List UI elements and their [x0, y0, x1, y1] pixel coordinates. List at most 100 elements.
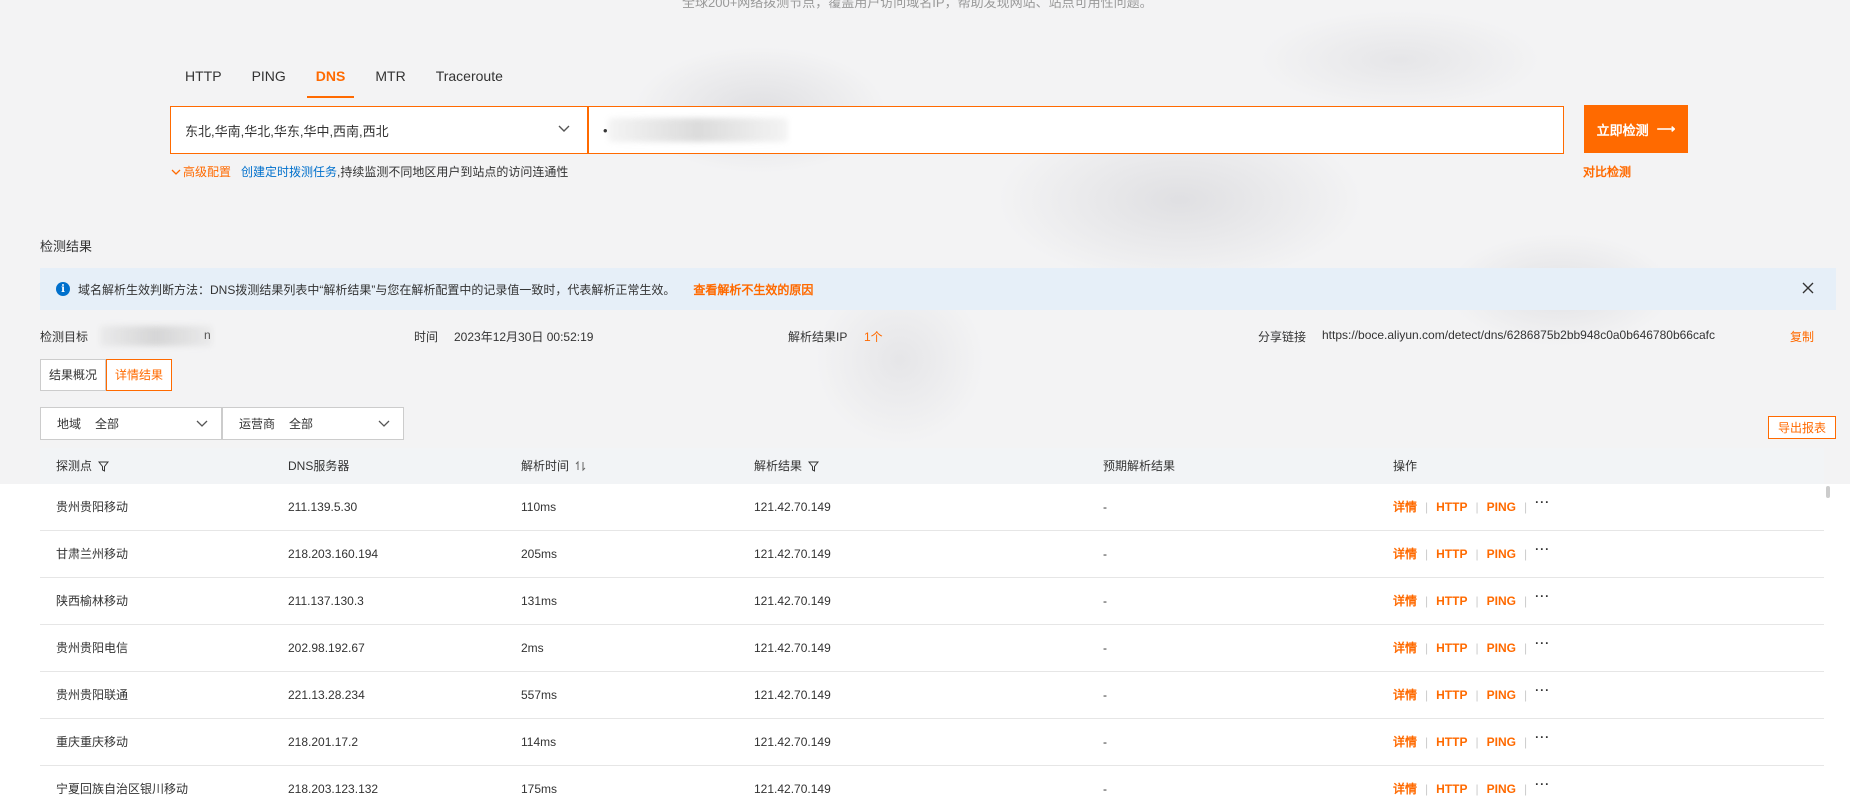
cell-result: 121.42.70.149 — [754, 735, 831, 749]
detail-action-link[interactable]: 详情 — [1393, 672, 1417, 718]
column-header-actions: 操作 — [1393, 459, 1418, 473]
arrow-right-icon: ⟶ — [1656, 121, 1676, 136]
detail-action-link[interactable]: 详情 — [1393, 719, 1417, 765]
table-scrollbar[interactable] — [1826, 486, 1830, 498]
cell-time: 205ms — [521, 547, 558, 561]
chevron-down-icon — [196, 420, 208, 427]
detail-action-link[interactable]: 详情 — [1393, 625, 1417, 671]
action-separator: | — [1425, 641, 1429, 655]
column-header-time-label: 解析时间 — [521, 459, 570, 473]
more-actions-icon[interactable]: ··· — [1535, 761, 1550, 807]
tab-ping[interactable]: PING — [237, 62, 301, 98]
action-separator: | — [1523, 688, 1528, 702]
advanced-config-desc: ,持续监测不同地区用户到站点的访问连通性 — [337, 165, 569, 179]
action-separator: | — [1425, 782, 1429, 796]
create-scheduled-task-link[interactable]: 创建定时拨测任务 — [241, 163, 337, 180]
tab-traceroute[interactable]: Traceroute — [421, 62, 518, 98]
cell-result: 121.42.70.149 — [754, 594, 831, 608]
close-icon[interactable] — [1800, 280, 1816, 296]
cell-point: 贵州贵阳移动 — [56, 500, 129, 514]
http-action-link[interactable]: HTTP — [1436, 766, 1467, 808]
ping-action-link[interactable]: PING — [1487, 531, 1516, 577]
advanced-config-label: 高级配置 — [183, 165, 232, 179]
redacted-domain — [608, 118, 788, 142]
http-action-link[interactable]: HTTP — [1436, 625, 1467, 671]
tab-mtr[interactable]: MTR — [360, 62, 420, 98]
chevron-down-icon — [558, 125, 570, 132]
action-separator: | — [1523, 594, 1528, 608]
cell-expected: - — [1103, 735, 1107, 749]
more-actions-icon[interactable]: ··· — [1535, 573, 1550, 619]
detail-action-link[interactable]: 详情 — [1393, 484, 1417, 530]
action-separator: | — [1475, 782, 1479, 796]
more-actions-icon[interactable]: ··· — [1535, 667, 1550, 713]
isp-filter-select[interactable]: 运营商 全部 — [222, 407, 404, 440]
filter-icon[interactable] — [98, 461, 110, 472]
info-icon: i — [56, 282, 70, 296]
tab-dns[interactable]: DNS — [301, 62, 361, 98]
ping-action-link[interactable]: PING — [1487, 766, 1516, 808]
action-separator: | — [1425, 547, 1429, 561]
export-report-button[interactable]: 导出报表 — [1768, 416, 1836, 439]
detail-view-button[interactable]: 详情结果 — [106, 359, 173, 391]
more-actions-icon[interactable]: ··· — [1535, 479, 1550, 525]
more-actions-icon[interactable]: ··· — [1535, 620, 1550, 666]
table-row: 贵州贵阳移动 211.139.5.30 110ms 121.42.70.149 - 详情 |… — [40, 484, 1824, 531]
detail-action-link[interactable]: 详情 — [1393, 578, 1417, 624]
share-link-label: 分享链接 — [1258, 330, 1307, 344]
summary-view-button[interactable]: 结果概况 — [40, 359, 107, 391]
row-actions: 详情 | HTTP | PING | ··· — [1393, 625, 1550, 671]
action-separator: | — [1475, 641, 1479, 655]
result-ip-count[interactable]: 1个 — [864, 328, 883, 345]
action-separator: | — [1425, 735, 1429, 749]
cell-time: 114ms — [521, 735, 557, 749]
page-subtitle: 全球200+网络拨测节点，覆盖用户访问域名IP，帮助发现网站、站点可用性问题。 — [682, 0, 1153, 10]
ping-action-link[interactable]: PING — [1487, 625, 1516, 671]
action-separator: | — [1523, 641, 1528, 655]
ping-action-link[interactable]: PING — [1487, 719, 1516, 765]
ping-action-link[interactable]: PING — [1487, 578, 1516, 624]
dns-not-effective-link[interactable]: 查看解析不生效的原因 — [693, 281, 813, 298]
sort-icon[interactable] — [575, 460, 587, 472]
ping-action-link[interactable]: PING — [1487, 672, 1516, 718]
action-separator: | — [1523, 782, 1528, 796]
detail-action-link[interactable]: 详情 — [1393, 766, 1417, 808]
compare-detect-link[interactable]: 对比检测 — [1583, 163, 1631, 180]
row-actions: 详情 | HTTP | PING | ··· — [1393, 766, 1550, 808]
column-header-point-label: 探测点 — [56, 459, 93, 473]
cell-result: 121.42.70.149 — [754, 782, 831, 796]
more-actions-icon[interactable]: ··· — [1535, 714, 1550, 760]
cell-server: 218.203.123.132 — [288, 782, 379, 796]
http-action-link[interactable]: HTTP — [1436, 672, 1467, 718]
cell-point: 贵州贵阳电信 — [56, 641, 129, 655]
detect-now-button[interactable]: 立即检测 ⟶ — [1584, 105, 1688, 153]
action-separator: | — [1425, 500, 1429, 514]
region-filter-select[interactable]: 地域 全部 — [40, 407, 222, 440]
share-link-value: https://boce.aliyun.com/detect/dns/62868… — [1322, 328, 1715, 342]
cell-time: 131ms — [521, 594, 558, 608]
result-meta-row: 检测目标 n 时间 2023年12月30日 00:52:19 解析结果IP 1个… — [40, 328, 1840, 346]
copy-link-button[interactable]: 复制 — [1790, 328, 1814, 345]
http-action-link[interactable]: HTTP — [1436, 578, 1467, 624]
cell-server: 202.98.192.67 — [288, 641, 365, 655]
tab-http[interactable]: HTTP — [170, 62, 237, 98]
detail-action-link[interactable]: 详情 — [1393, 531, 1417, 577]
isp-filter-value: 全部 — [289, 417, 314, 431]
cell-server: 211.139.5.30 — [288, 500, 358, 514]
more-actions-icon[interactable]: ··· — [1535, 526, 1550, 572]
action-separator: | — [1425, 688, 1429, 702]
http-action-link[interactable]: HTTP — [1436, 531, 1467, 577]
region-select-value: 东北,华南,华北,华东,华中,西南,西北 — [185, 123, 389, 139]
cell-time: 175ms — [521, 782, 558, 796]
http-action-link[interactable]: HTTP — [1436, 484, 1467, 530]
ping-action-link[interactable]: PING — [1487, 484, 1516, 530]
cell-time: 110ms — [521, 500, 557, 514]
cell-point: 甘肃兰州移动 — [56, 547, 129, 561]
filter-icon[interactable] — [808, 461, 820, 472]
action-separator: | — [1475, 500, 1479, 514]
advanced-config-toggle[interactable]: 高级配置 — [171, 163, 231, 180]
region-select[interactable]: 东北,华南,华北,华东,华中,西南,西北 — [170, 106, 588, 154]
cell-expected: - — [1103, 500, 1107, 514]
http-action-link[interactable]: HTTP — [1436, 719, 1467, 765]
region-filter-value: 全部 — [95, 417, 120, 431]
